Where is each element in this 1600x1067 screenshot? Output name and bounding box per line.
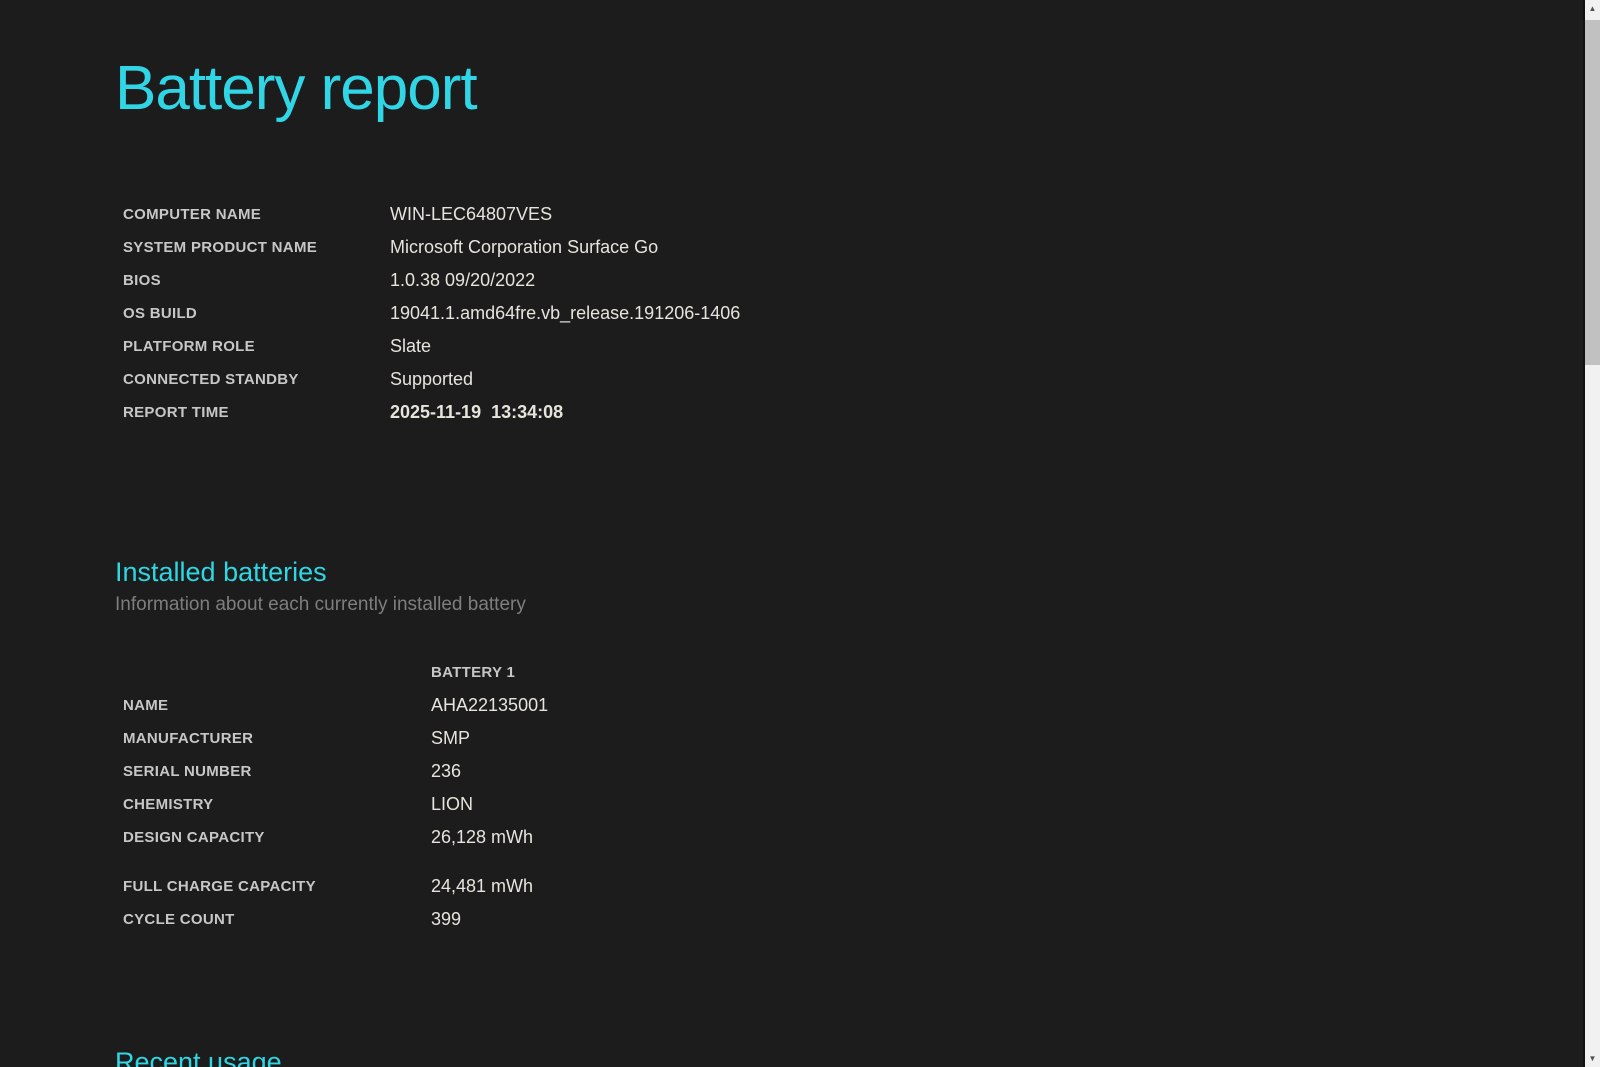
row-value: WIN-LEC64807VES [390, 204, 553, 225]
table-row: DESIGN CAPACITY 26,128 mWh [115, 821, 1583, 854]
table-row: PLATFORM ROLE Slate [115, 330, 1583, 363]
row-label: REPORT TIME [123, 404, 229, 422]
row-label: MANUFACTURER [123, 729, 254, 747]
row-label: SYSTEM PRODUCT NAME [123, 239, 318, 257]
section-subtitle: Information about each currently install… [115, 593, 526, 615]
page-title: Battery report [115, 54, 478, 123]
row-value: AHA22135001 [431, 694, 549, 715]
battery-info-table: BATTERY 1 NAME AHA22135001 MANUFACTURER … [115, 656, 1583, 936]
row-value: 399 [431, 908, 462, 929]
row-label: CONNECTED STANDBY [123, 371, 299, 389]
report-time-value: 2025-11-19 13:34:08 [390, 402, 564, 423]
table-row: MANUFACTURER SMP [115, 722, 1583, 755]
battery-report-page: Battery report COMPUTER NAME WIN-LEC6480… [0, 0, 1583, 1067]
row-label: NAME [123, 696, 169, 714]
system-info-table: COMPUTER NAME WIN-LEC64807VES SYSTEM PRO… [115, 198, 1583, 429]
section-heading-installed-batteries: Installed batteries [115, 557, 327, 588]
table-row: SERIAL NUMBER 236 [115, 755, 1583, 788]
row-value: 26,128 mWh [431, 826, 534, 847]
row-label: DESIGN CAPACITY [123, 828, 265, 846]
table-row: CHEMISTRY LION [115, 788, 1583, 821]
battery-column-header: BATTERY 1 [431, 663, 516, 681]
scrollbar-thumb[interactable] [1585, 20, 1600, 365]
scroll-down-icon[interactable]: ▼ [1585, 1050, 1600, 1067]
row-label: FULL CHARGE CAPACITY [123, 877, 316, 895]
row-value: LION [431, 793, 474, 814]
row-label: CHEMISTRY [123, 795, 214, 813]
row-value: Supported [390, 369, 474, 390]
row-label: OS BUILD [123, 305, 198, 323]
row-label: SERIAL NUMBER [123, 762, 252, 780]
row-label: COMPUTER NAME [123, 206, 262, 224]
table-row: SYSTEM PRODUCT NAME Microsoft Corporatio… [115, 231, 1583, 264]
table-row: CONNECTED STANDBY Supported [115, 363, 1583, 396]
row-value: 1.0.38 09/20/2022 [390, 270, 536, 291]
table-row: NAME AHA22135001 [115, 689, 1583, 722]
table-row: OS BUILD 19041.1.amd64fre.vb_release.191… [115, 297, 1583, 330]
installed-batteries-section: Installed batteries Information about ea… [115, 556, 1583, 935]
row-value: 19041.1.amd64fre.vb_release.191206-1406 [390, 303, 741, 324]
row-label: BIOS [123, 272, 161, 290]
table-row: BIOS 1.0.38 09/20/2022 [115, 264, 1583, 297]
vertical-scrollbar[interactable]: ▲ ▼ [1583, 0, 1600, 1067]
row-value: Slate [390, 336, 432, 357]
row-value: 24,481 mWh [431, 875, 534, 896]
row-label: CYCLE COUNT [123, 910, 235, 928]
table-header-row: BATTERY 1 [115, 656, 1583, 689]
table-row: FULL CHARGE CAPACITY 24,481 mWh [115, 870, 1583, 903]
row-label: PLATFORM ROLE [123, 338, 255, 356]
scroll-up-icon[interactable]: ▲ [1585, 0, 1600, 17]
row-value: 236 [431, 760, 462, 781]
table-row: COMPUTER NAME WIN-LEC64807VES [115, 198, 1583, 231]
table-row: REPORT TIME 2025-11-19 13:34:08 [115, 396, 1583, 429]
section-heading-recent-usage: Recent usage [115, 1046, 282, 1067]
row-value: Microsoft Corporation Surface Go [390, 237, 659, 258]
table-row: CYCLE COUNT 399 [115, 903, 1583, 936]
row-value: SMP [431, 727, 471, 748]
recent-usage-section: Recent usage [115, 1046, 1583, 1067]
